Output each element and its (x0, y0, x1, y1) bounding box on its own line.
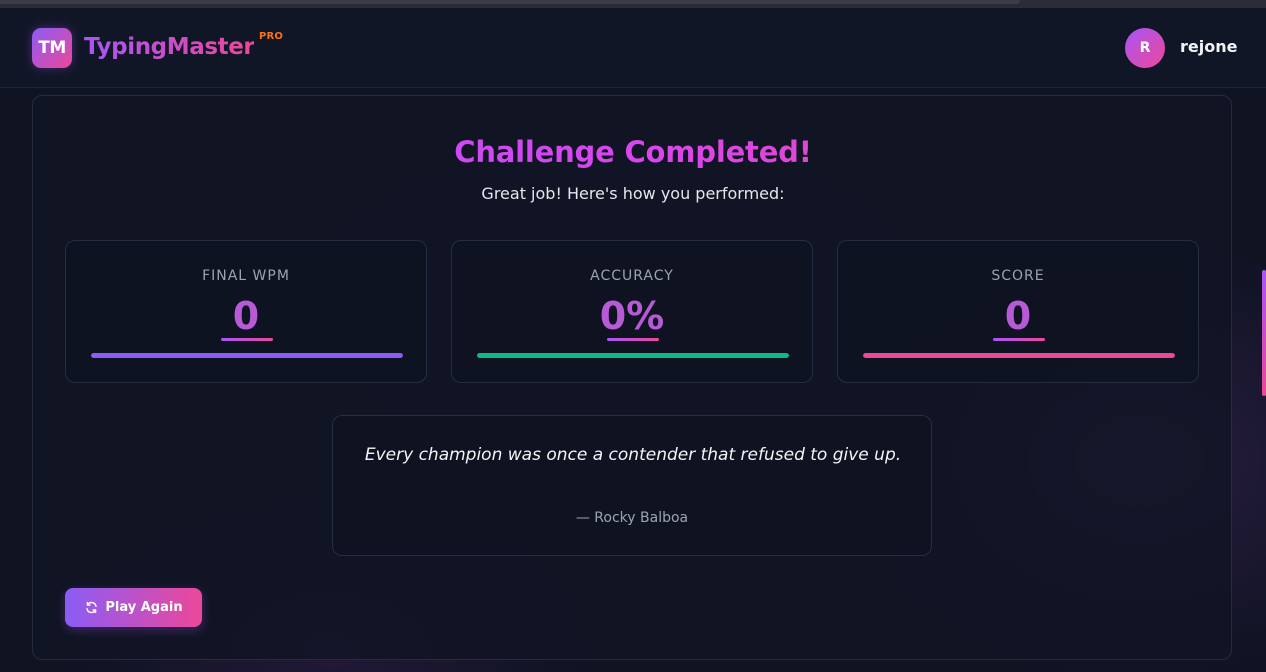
username[interactable]: rejone (1180, 37, 1237, 56)
stat-value: 0 (232, 294, 260, 338)
refresh-icon (84, 601, 98, 615)
stat-label: FINAL WPM (202, 268, 290, 284)
stat-label: ACCURACY (590, 268, 674, 284)
stat-value: 0 (1004, 294, 1032, 338)
pro-badge: PRO (259, 31, 284, 42)
stat-card-accuracy: ACCURACY 0% (451, 240, 813, 383)
page-title: Challenge Completed! (0, 130, 1266, 174)
stat-label: SCORE (991, 268, 1045, 284)
stat-progress-fill (477, 353, 789, 358)
app-header: TM TypingMaster PRO R rejone (0, 8, 1266, 88)
app-window: TM TypingMaster PRO R rejone Challenge C… (0, 0, 1266, 672)
stat-progress-bar (477, 353, 789, 358)
quote-card: Every champion was once a contender that… (332, 415, 932, 556)
browser-tab-edge (0, 0, 1020, 4)
stat-progress-fill (863, 353, 1175, 358)
play-again-label: Play Again (105, 600, 183, 615)
scrollbar-thumb[interactable] (1262, 270, 1266, 396)
logo-badge[interactable]: TM (32, 28, 72, 68)
stat-card-score: SCORE 0 (837, 240, 1199, 383)
stat-value-underline (993, 338, 1045, 341)
quote-text: Every champion was once a contender that… (364, 445, 902, 465)
browser-top-strip (0, 0, 1266, 8)
stat-value: 0% (599, 294, 665, 338)
user-avatar[interactable]: R (1125, 28, 1165, 68)
stat-progress-bar (91, 353, 403, 358)
stat-progress-bar (863, 353, 1175, 358)
stat-value-underline (607, 338, 659, 341)
page-subtitle: Great job! Here's how you performed: (481, 184, 785, 203)
quote-author: — Rocky Balboa (575, 510, 689, 526)
stat-value-underline (221, 338, 273, 341)
brand-name[interactable]: TypingMaster (84, 32, 255, 62)
stat-card-final-wpm: FINAL WPM 0 (65, 240, 427, 383)
play-again-button[interactable]: Play Again (65, 588, 202, 627)
stat-progress-fill (91, 353, 403, 358)
